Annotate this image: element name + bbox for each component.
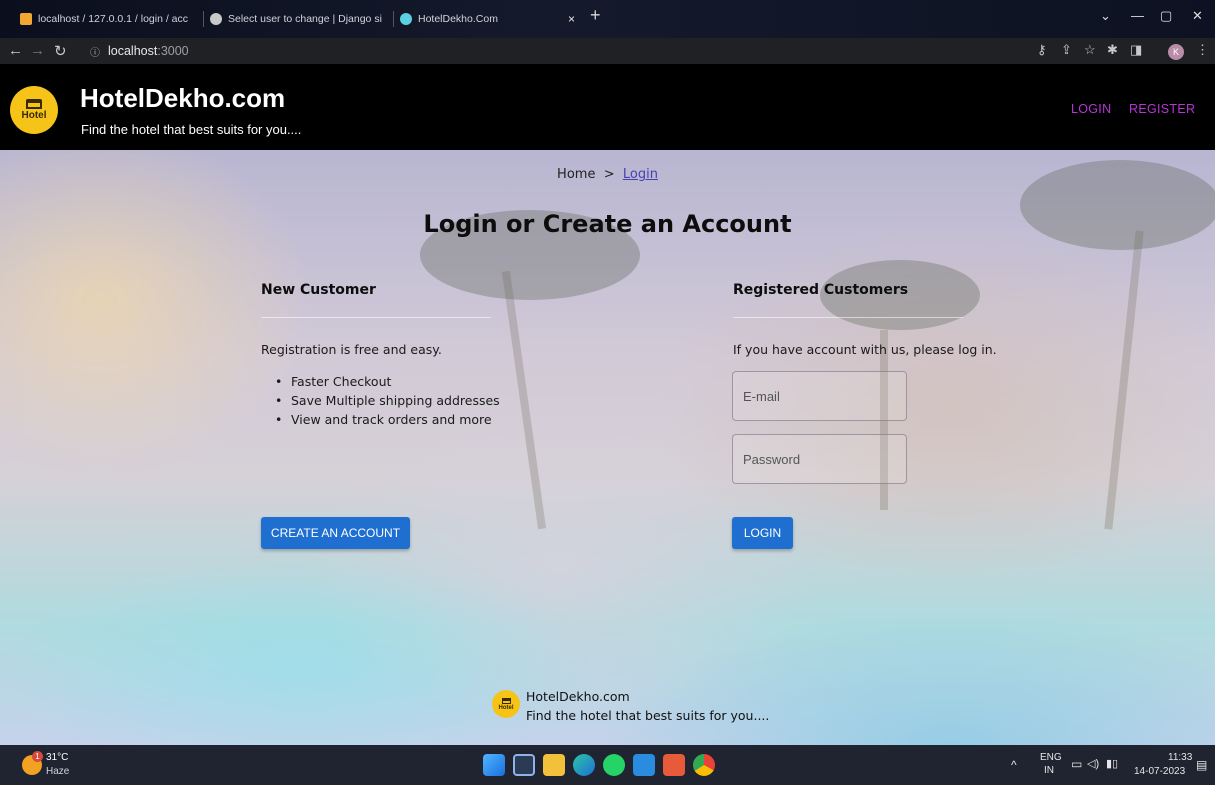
site-header: Hotel HotelDekho.com Find the hotel that… <box>0 64 1215 150</box>
tab-hoteldekho[interactable]: HotelDekho.Com × <box>400 7 585 31</box>
list-item: Faster Checkout <box>275 372 500 391</box>
footer-logo-text: Hotel <box>498 704 514 711</box>
registered-heading: Registered Customers <box>733 282 909 298</box>
create-account-button[interactable]: CREATE AN ACCOUNT <box>261 517 410 549</box>
edge-icon[interactable] <box>573 754 595 776</box>
maximize-icon[interactable]: ▢ <box>1160 8 1172 24</box>
registered-intro: If you have account with us, please log … <box>733 342 997 357</box>
clock-time[interactable]: 11:33 <box>1168 752 1192 763</box>
close-icon[interactable]: × <box>568 12 575 26</box>
minimize-icon[interactable]: — <box>1131 8 1144 23</box>
tab-label: HotelDekho.Com <box>418 13 498 25</box>
background-overlay <box>0 150 1215 745</box>
footer-brand: HotelDekho.com <box>526 689 630 704</box>
globe-icon <box>210 13 222 25</box>
notifications-icon[interactable]: ▤ <box>1196 758 1207 772</box>
brand-title: HotelDekho.com <box>80 83 286 113</box>
xampp-icon[interactable] <box>663 754 685 776</box>
forward-icon[interactable]: → <box>30 42 45 59</box>
widgets-icon[interactable] <box>513 754 535 776</box>
react-icon <box>400 13 412 25</box>
profile-avatar[interactable]: K <box>1168 44 1184 60</box>
breadcrumb-home[interactable]: Home <box>557 167 595 182</box>
file-explorer-icon[interactable] <box>543 754 565 776</box>
list-item: View and track orders and more <box>275 410 500 429</box>
breadcrumb: Home > Login <box>0 167 1215 182</box>
clock-date[interactable]: 14-07-2023 <box>1134 766 1185 777</box>
more-icon[interactable]: ⋮ <box>1196 42 1209 58</box>
breadcrumb-separator: > <box>603 167 615 182</box>
address-toolbar: ← → ↻ ⓘ localhost:3000 ⚷ ⇪ ☆ ✱ ◨ K ⋮ <box>0 38 1215 64</box>
footer-tagline: Find the hotel that best suits for you..… <box>526 708 770 723</box>
tab-phpmyadmin[interactable]: localhost / 127.0.0.1 / login / acc × <box>20 7 200 31</box>
reload-icon[interactable]: ↻ <box>54 42 67 60</box>
extensions-icon[interactable]: ✱ <box>1107 42 1118 58</box>
breadcrumb-current[interactable]: Login <box>623 167 658 182</box>
whatsapp-icon[interactable] <box>603 754 625 776</box>
start-icon[interactable] <box>483 754 505 776</box>
tab-label: localhost / 127.0.0.1 / login / acc <box>38 13 189 25</box>
tab-django[interactable]: Select user to change | Django si × <box>210 7 390 31</box>
page-title: Login or Create an Account <box>423 210 792 238</box>
bed-icon <box>26 99 42 109</box>
hotel-logo[interactable]: Hotel <box>10 86 58 134</box>
battery-icon[interactable]: ▮▯ <box>1106 757 1118 770</box>
address-bar[interactable]: ⓘ localhost:3000 <box>90 41 1022 61</box>
window-close-icon[interactable]: ✕ <box>1192 8 1203 24</box>
chevron-down-icon[interactable]: ⌄ <box>1100 8 1111 24</box>
list-item: Save Multiple shipping addresses <box>275 391 500 410</box>
phpmyadmin-icon <box>20 13 32 25</box>
login-hero: Home > Login Login or Create an Account … <box>0 150 1215 745</box>
divider <box>733 317 963 318</box>
sidepanel-icon[interactable]: ◨ <box>1130 42 1142 58</box>
notification-badge: 1 <box>32 751 43 762</box>
browser-tab-bar: localhost / 127.0.0.1 / login / acc × Se… <box>0 0 1215 38</box>
new-tab-icon[interactable]: + <box>590 5 601 26</box>
windows-taskbar: 1 31°C Haze ^ ENG IN ▭ ◁) ▮▯ 11:33 14-07… <box>0 745 1215 785</box>
key-icon[interactable]: ⚷ <box>1037 42 1047 58</box>
benefits-list: Faster Checkout Save Multiple shipping a… <box>275 372 500 429</box>
star-icon[interactable]: ☆ <box>1084 42 1096 58</box>
share-icon[interactable]: ⇪ <box>1061 42 1072 58</box>
tab-divider <box>393 11 394 27</box>
weather-temperature: 31°C <box>46 752 69 763</box>
info-icon[interactable]: ⓘ <box>90 44 100 59</box>
new-customer-heading: New Customer <box>261 282 376 298</box>
footer-logo: Hotel <box>492 690 520 718</box>
brand-tagline: Find the hotel that best suits for you..… <box>81 122 302 137</box>
divider <box>261 317 491 318</box>
url-port: :3000 <box>157 44 189 58</box>
volume-icon[interactable]: ◁) <box>1087 757 1099 770</box>
language-top[interactable]: ENG <box>1040 752 1062 763</box>
logo-text: Hotel <box>21 110 47 121</box>
bed-icon <box>501 697 511 704</box>
chevron-up-icon[interactable]: ^ <box>1011 758 1017 772</box>
chrome-icon[interactable] <box>693 754 715 776</box>
password-field[interactable] <box>732 434 907 484</box>
email-field[interactable] <box>732 371 907 421</box>
new-customer-intro: Registration is free and easy. <box>261 342 442 357</box>
tab-divider <box>203 11 204 27</box>
vscode-icon[interactable] <box>633 754 655 776</box>
display-icon[interactable]: ▭ <box>1071 757 1082 771</box>
nav-register-link[interactable]: REGISTER <box>1129 102 1195 116</box>
tab-label: Select user to change | Django si <box>228 13 382 25</box>
nav-login-link[interactable]: LOGIN <box>1071 102 1111 116</box>
language-bottom[interactable]: IN <box>1044 765 1054 776</box>
url-host: localhost <box>108 44 158 58</box>
login-button[interactable]: LOGIN <box>732 517 793 549</box>
back-icon[interactable]: ← <box>8 42 23 59</box>
weather-description: Haze <box>46 766 70 777</box>
